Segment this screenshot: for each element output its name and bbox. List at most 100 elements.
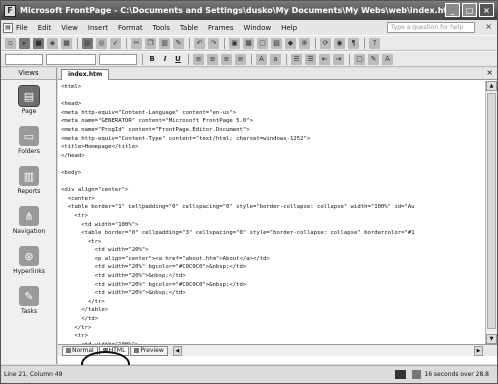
code-line: <meta http-equiv="Content-Language" cont…	[61, 109, 237, 116]
code-line: <html>	[61, 84, 82, 90]
italic-button[interactable]: I	[160, 54, 170, 65]
publish-icon[interactable]: ◈	[47, 37, 58, 49]
document-tab[interactable]: index.htm	[61, 69, 110, 80]
separator	[251, 53, 252, 65]
vertical-scrollbar[interactable]: ▲ ▼	[485, 81, 497, 344]
bullets-icon[interactable]: ☰	[305, 53, 316, 65]
cut-icon[interactable]: ✂	[131, 37, 142, 49]
numbering-icon[interactable]: ☰	[291, 53, 302, 65]
menu-insert[interactable]: Insert	[88, 24, 108, 32]
preview-browser-icon[interactable]: ◎	[96, 37, 107, 49]
view-label: Tasks	[20, 308, 38, 315]
title-bar: F Microsoft FrontPage - C:\Documents and…	[1, 1, 497, 20]
increase-font-icon[interactable]: A	[256, 53, 267, 65]
print-icon[interactable]: ▤	[82, 37, 93, 49]
redo-icon[interactable]: ↷	[208, 37, 219, 49]
frontpage-window: F Microsoft FrontPage - C:\Documents and…	[0, 0, 498, 384]
web-component-icon[interactable]: ▣	[229, 37, 240, 49]
scroll-up-icon[interactable]: ▲	[486, 81, 497, 91]
cursor-position: Line 21, Column 49	[4, 371, 63, 378]
format-painter-icon[interactable]: ✎	[173, 37, 184, 49]
bold-button[interactable]: B	[147, 54, 157, 65]
view-folders[interactable]: ▭ Folders	[1, 126, 57, 155]
close-document-icon[interactable]: ×	[485, 22, 492, 31]
status-indicator-icon	[395, 370, 407, 379]
border-icon[interactable]: ▢	[354, 53, 365, 65]
view-page[interactable]: ▤ Page	[1, 85, 57, 115]
insert-layer-icon[interactable]: ▢	[257, 37, 268, 49]
scroll-left-icon[interactable]: ◀	[172, 345, 182, 356]
menu-view[interactable]: View	[61, 24, 78, 32]
separator	[142, 53, 143, 65]
menu-tools[interactable]: Tools	[153, 24, 170, 32]
help-icon[interactable]: ?	[369, 37, 380, 49]
insert-table-icon[interactable]: ▦	[243, 37, 254, 49]
code-line: </tr>	[61, 298, 105, 305]
align-left-icon[interactable]: ≡	[193, 53, 204, 65]
new-page-icon[interactable]: ▫	[5, 37, 16, 49]
open-icon[interactable]: ▸	[19, 37, 30, 49]
font-select[interactable]	[46, 53, 96, 65]
separator	[224, 37, 225, 49]
hyperlink-icon[interactable]: ⊕	[299, 37, 310, 49]
separator	[126, 37, 127, 49]
font-color-icon[interactable]: A	[382, 53, 393, 65]
drawing-icon[interactable]: ◆	[285, 37, 296, 49]
show-all-icon[interactable]: ¶	[348, 37, 359, 49]
code-line: <body>	[61, 169, 82, 176]
separator	[364, 37, 365, 49]
menu-help[interactable]: Help	[281, 24, 297, 32]
view-navigation[interactable]: ⋔ Navigation	[1, 206, 57, 235]
page-view-icon: ▤	[18, 85, 40, 107]
align-center-icon[interactable]: ≡	[207, 53, 218, 65]
scroll-thumb[interactable]	[487, 93, 496, 329]
copy-icon[interactable]: ❐	[145, 37, 156, 49]
menu-table[interactable]: Table	[180, 24, 198, 32]
underline-button[interactable]: U	[173, 54, 183, 65]
highlight-icon[interactable]: ✎	[368, 53, 379, 65]
minimize-button[interactable]: _	[445, 3, 460, 17]
formatting-toolbar: B I U ≡ ≡ ≡ ≡ A a ☰ ☰ ⇤ ⇥ ▢ ✎ A	[1, 51, 497, 67]
scroll-down-icon[interactable]: ▼	[486, 334, 497, 344]
stop-icon[interactable]: ◉	[334, 37, 345, 49]
menu-edit[interactable]: Edit	[38, 24, 52, 32]
html-code-area[interactable]: <html> <head> <meta http-equiv="Content-La…	[58, 81, 485, 344]
justify-icon[interactable]: ≡	[235, 53, 246, 65]
code-line: <title>Homepage</title>	[61, 144, 139, 151]
view-label: Folders	[18, 148, 40, 155]
view-reports[interactable]: ▥ Reports	[1, 166, 57, 195]
help-question-input[interactable]: Type a question for help	[387, 22, 475, 33]
view-hyperlinks[interactable]: ⊛ Hyperlinks	[1, 246, 57, 275]
align-right-icon[interactable]: ≡	[221, 53, 232, 65]
spelling-icon[interactable]: ✓	[110, 37, 121, 49]
view-tasks[interactable]: ✎ Tasks	[1, 286, 57, 315]
normal-mode-icon	[66, 348, 71, 353]
maximize-button[interactable]: □	[462, 3, 477, 17]
decrease-font-icon[interactable]: a	[270, 53, 281, 65]
menu-frames[interactable]: Frames	[208, 24, 233, 32]
close-tab-icon[interactable]: ×	[486, 68, 493, 77]
refresh-icon[interactable]: ⟳	[320, 37, 331, 49]
document-icon[interactable]: ▤	[3, 22, 13, 33]
code-line: <table border="0" cellpadding="3" cellsp…	[61, 230, 415, 237]
insert-picture-icon[interactable]: ▨	[271, 37, 282, 49]
close-button[interactable]: ×	[479, 3, 494, 17]
font-size-select[interactable]	[99, 53, 137, 65]
style-select[interactable]	[5, 53, 43, 65]
folder-list-icon[interactable]: ▦	[61, 37, 72, 49]
decrease-indent-icon[interactable]: ⇤	[319, 53, 330, 65]
views-header: Views	[1, 68, 56, 80]
scroll-right-icon[interactable]: ▶	[474, 345, 483, 356]
increase-indent-icon[interactable]: ⇥	[333, 53, 344, 65]
menu-format[interactable]: Format	[118, 24, 143, 32]
menu-window[interactable]: Window	[243, 24, 271, 32]
undo-icon[interactable]: ↶	[194, 37, 205, 49]
menu-file[interactable]: File	[16, 24, 28, 32]
horizontal-scrollbar[interactable]	[183, 345, 474, 356]
code-line: <td width="100%">	[61, 221, 139, 228]
save-icon[interactable]: ■	[33, 37, 44, 49]
paste-icon[interactable]: ▥	[159, 37, 170, 49]
tab-preview[interactable]: Preview	[130, 345, 168, 356]
